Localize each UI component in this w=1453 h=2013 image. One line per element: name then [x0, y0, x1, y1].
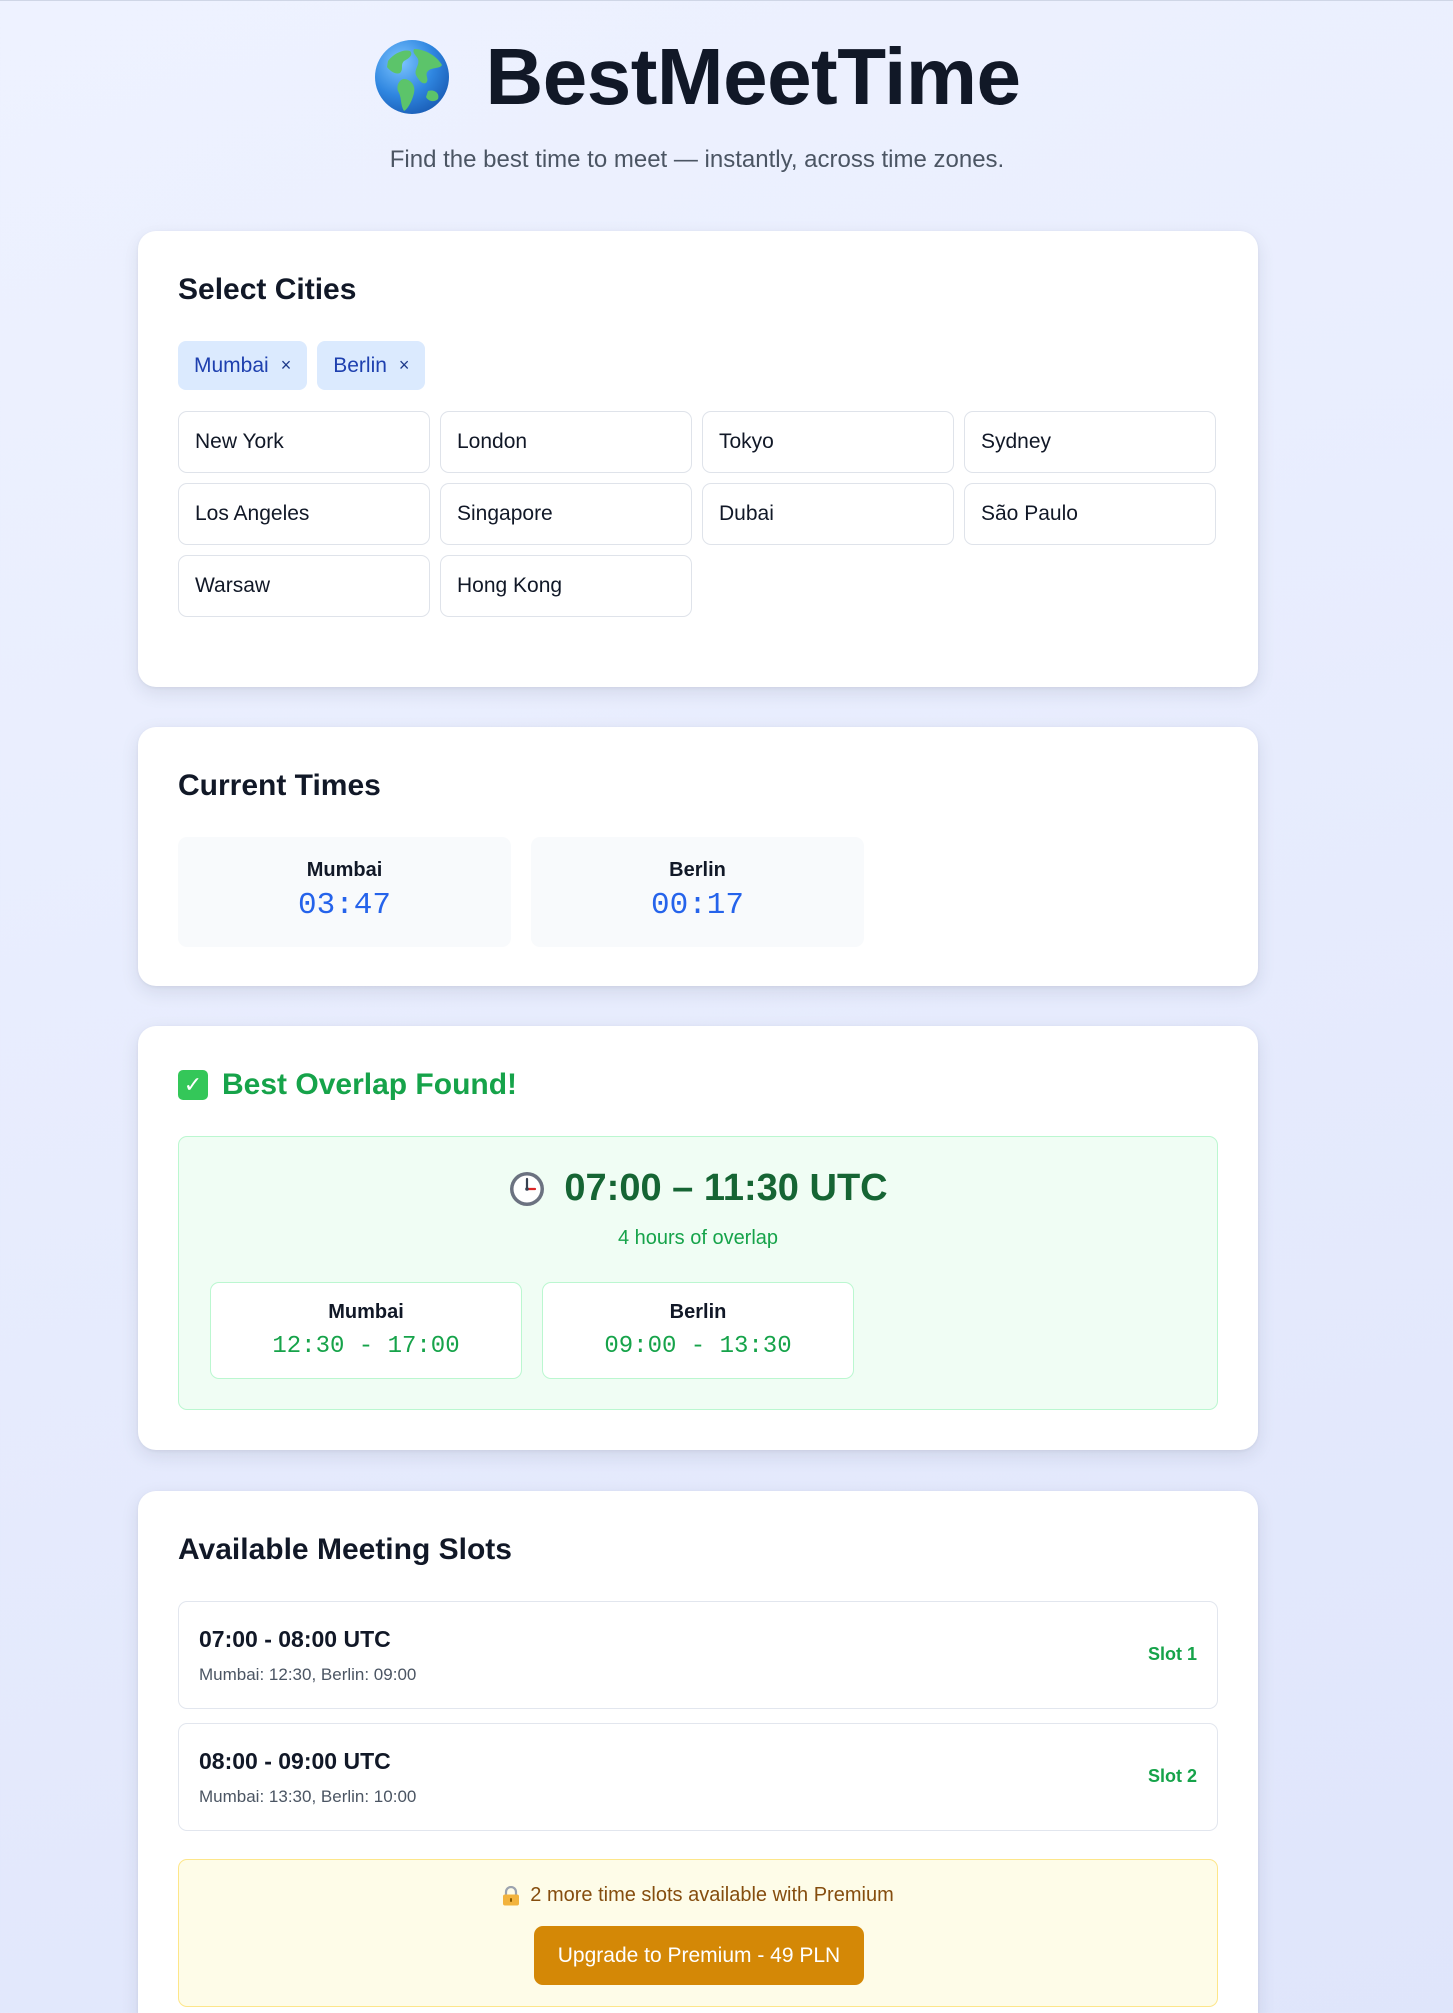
time-box-mumbai: Mumbai 03:47 — [178, 837, 511, 947]
slot-label: Slot 1 — [1147, 1644, 1197, 1664]
time-box-city: Berlin — [669, 859, 726, 881]
upgrade-premium-button[interactable]: Upgrade to Premium - 49 PLN — [534, 1926, 864, 1985]
local-overlap-city: Berlin — [669, 1301, 727, 1323]
slot-local-times: Mumbai: 12:30, Berlin: 09:00 — [199, 1665, 417, 1684]
select-cities-title: Select Cities — [178, 273, 357, 306]
overlap-hours: 4 hours of overlap — [617, 1227, 779, 1249]
local-overlap-boxes: Mumbai 12:30 - 17:00 Berlin 09:00 - 13:3… — [210, 1282, 854, 1379]
slot-time: 08:00 - 09:00 UTC — [199, 1748, 391, 1774]
premium-upsell: 2 more time slots available with Premium… — [178, 1859, 1218, 2007]
meeting-slot[interactable]: 08:00 - 09:00 UTC Mumbai: 13:30, Berlin:… — [178, 1723, 1218, 1831]
local-overlap-range: 09:00 - 13:30 — [604, 1333, 792, 1360]
time-box-berlin: Berlin 00:17 — [531, 837, 864, 947]
remove-city-icon[interactable]: × — [399, 355, 410, 376]
chip-berlin: Berlin × — [317, 341, 426, 390]
globe-icon — [374, 39, 450, 115]
local-overlap-city: Mumbai — [328, 1301, 404, 1323]
app-title: BestMeetTime — [485, 32, 1021, 121]
chip-label: Mumbai — [194, 353, 269, 377]
slot-time: 07:00 - 08:00 UTC — [199, 1626, 391, 1652]
select-cities-card: Select Cities Mumbai × Berlin × New York… — [138, 231, 1258, 687]
time-box-clock: 00:17 — [650, 888, 744, 923]
city-option-london[interactable]: London — [440, 411, 692, 473]
city-option-sao-paulo[interactable]: São Paulo — [964, 483, 1216, 545]
current-times-card: Current Times Mumbai 03:47 Berlin 00:17 — [138, 727, 1258, 986]
city-option-sydney[interactable]: Sydney — [964, 411, 1216, 473]
chip-mumbai: Mumbai × — [178, 341, 308, 390]
city-option-hong-kong[interactable]: Hong Kong — [440, 555, 692, 617]
lock-icon — [502, 1885, 520, 1906]
chip-label: Berlin — [333, 353, 387, 377]
city-option-singapore[interactable]: Singapore — [440, 483, 692, 545]
check-icon: ✓ — [178, 1070, 208, 1100]
slot-label: Slot 2 — [1147, 1766, 1197, 1786]
local-overlap-berlin: Berlin 09:00 - 13:30 — [542, 1282, 854, 1379]
current-times-title: Current Times — [178, 769, 381, 802]
local-overlap-range: 12:30 - 17:00 — [272, 1333, 460, 1360]
local-overlap-mumbai: Mumbai 12:30 - 17:00 — [210, 1282, 522, 1379]
overlap-range-row: 07:00 – 11:30 UTC — [179, 1167, 1217, 1210]
time-box-clock: 03:47 — [297, 888, 391, 923]
overlap-heading: ✓ Best Overlap Found! — [178, 1068, 517, 1102]
title-row: BestMeetTime — [0, 31, 1394, 123]
overlap-panel: 07:00 – 11:30 UTC 4 hours of overlap Mum… — [178, 1136, 1218, 1410]
tagline: Find the best time to meet — instantly, … — [389, 146, 1005, 173]
city-option-new-york[interactable]: New York — [178, 411, 430, 473]
overlap-range: 07:00 – 11:30 UTC — [564, 1167, 888, 1209]
meeting-slots-card: Available Meeting Slots 07:00 - 08:00 UT… — [138, 1491, 1258, 2013]
city-option-tokyo[interactable]: Tokyo — [702, 411, 954, 473]
slot-local-times: Mumbai: 13:30, Berlin: 10:00 — [199, 1787, 417, 1806]
selected-cities: Mumbai × Berlin × — [178, 341, 426, 390]
city-option-los-angeles[interactable]: Los Angeles — [178, 483, 430, 545]
remove-city-icon[interactable]: × — [281, 355, 292, 376]
meeting-slots-title: Available Meeting Slots — [178, 1533, 512, 1566]
premium-note-row: 2 more time slots available with Premium — [179, 1884, 1217, 1907]
city-option-dubai[interactable]: Dubai — [702, 483, 954, 545]
city-option-warsaw[interactable]: Warsaw — [178, 555, 430, 617]
time-box-city: Mumbai — [306, 859, 383, 881]
page-header: BestMeetTime Find the best time to meet … — [0, 31, 1394, 174]
city-options: New York London Tokyo Sydney Los Angeles… — [178, 411, 1218, 617]
clock-icon — [508, 1170, 546, 1208]
premium-note: 2 more time slots available with Premium — [530, 1884, 894, 1906]
time-boxes: Mumbai 03:47 Berlin 00:17 — [178, 837, 864, 947]
best-overlap-card: ✓ Best Overlap Found! 07:00 – 11:30 UTC … — [138, 1026, 1258, 1450]
meeting-slot[interactable]: 07:00 - 08:00 UTC Mumbai: 12:30, Berlin:… — [178, 1601, 1218, 1709]
overlap-title: Best Overlap Found! — [222, 1068, 518, 1101]
